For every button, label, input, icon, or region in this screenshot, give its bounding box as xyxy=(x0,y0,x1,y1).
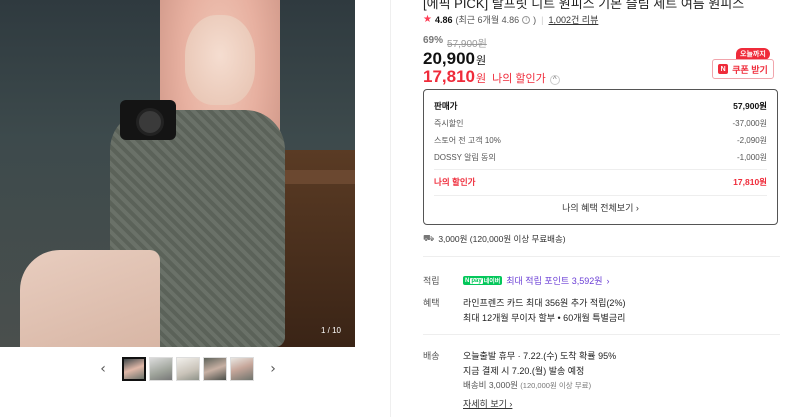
breakdown-label: 스토어 전 고객 10% xyxy=(434,136,501,145)
delivery-fee: 배송비 3,000원 (120,000원 이상 무료) xyxy=(463,379,591,391)
breakdown-value: -37,000원 xyxy=(732,119,768,128)
sale-price: 20,900 xyxy=(423,49,475,68)
product-gallery: 1 / 10 ‹ › xyxy=(0,0,390,417)
coupon-button-label: 쿠폰 받기 xyxy=(732,64,768,75)
thumbnail-3[interactable] xyxy=(176,357,200,381)
breakdown-label: DOSSY 알림 동의 xyxy=(434,153,496,162)
breakdown-value: 57,900원 xyxy=(733,101,767,111)
photo-camera-shape xyxy=(120,100,176,140)
max-points-text: 최대 적립 포인트 3,592원 xyxy=(506,276,603,286)
dispatch-estimate: 지금 결제 시 7.20.(월) 발송 예정 xyxy=(463,366,585,376)
discount-percent: 69% xyxy=(423,35,444,46)
thumbnail-2[interactable] xyxy=(149,357,173,381)
shipping-fee-row: ⛟ 3,000원 (120,000원 이상 무료배송) xyxy=(423,233,566,245)
section-divider xyxy=(423,334,780,335)
sale-price-unit: 원 xyxy=(476,55,487,67)
thumbnail-4[interactable] xyxy=(203,357,227,381)
pay-mark: pay xyxy=(470,277,483,284)
delivery-estimate: 오늘출발 휴무 · 7.22.(수) 도착 확률 95% xyxy=(463,351,617,361)
delivery-details-link[interactable]: 자세히 보기 › xyxy=(463,397,512,410)
shipping-fee-text: 3,000원 (120,000원 이상 무료배송) xyxy=(438,234,566,244)
photo-legs-shape xyxy=(20,250,160,347)
thumb-prev-button[interactable]: ‹ xyxy=(96,356,110,382)
chevron-right-icon: › xyxy=(606,275,610,286)
naver-n-mark: N xyxy=(465,277,470,284)
photo-face-shape xyxy=(185,15,255,105)
breakdown-row-list-price: 판매가 57,900원 xyxy=(434,100,767,112)
original-price: 57,900원 xyxy=(447,39,487,50)
main-product-photo[interactable]: 1 / 10 xyxy=(0,0,355,347)
thumbnail-1[interactable] xyxy=(122,357,146,381)
benefit-label: 혜택 xyxy=(423,298,440,308)
photo-counter: 1 / 10 xyxy=(320,326,341,335)
my-discount-price-unit: 원 xyxy=(476,73,487,85)
truck-icon: ⛟ xyxy=(423,233,435,243)
rating-separator: | xyxy=(541,14,544,25)
column-divider xyxy=(390,0,391,417)
thumbnail-5[interactable] xyxy=(230,357,254,381)
naver-n-icon: N xyxy=(718,64,729,74)
my-price-row: 17,810 원 나의 할인가 ^ xyxy=(423,67,560,87)
breakdown-row-total: 나의 할인가 17,810원 xyxy=(434,176,767,188)
breakdown-total-label: 나의 할인가 xyxy=(434,177,476,187)
rating-note: (최근 6개월 4.86 xyxy=(455,15,520,25)
star-icon: ★ xyxy=(423,14,432,25)
review-count-link[interactable]: 1,002건 리뷰 xyxy=(548,13,598,26)
breakdown-label: 즉시할인 xyxy=(434,119,464,128)
original-price-row: 69% 57,900원 xyxy=(423,35,487,50)
rating-row: ★ 4.86 (최근 6개월 4.86 i) | 1,002건 리뷰 xyxy=(423,13,599,26)
breakdown-total-value: 17,810원 xyxy=(733,177,767,187)
delivery-label: 배송 xyxy=(423,351,440,361)
price-breakdown-box: 판매가 57,900원 즉시할인 -37,000원 스토어 전 고객 10% -… xyxy=(423,89,778,225)
card-benefit-text[interactable]: 라인프렌즈 카드 최대 356원 추가 적립(2%) xyxy=(463,296,625,309)
breakdown-divider xyxy=(434,195,767,196)
delivery-fee-main: 배송비 3,000원 xyxy=(463,380,518,390)
points-row[interactable]: N pay 네이버 최대 적립 포인트 3,592원 › xyxy=(463,274,610,287)
points-label: 적립 xyxy=(423,276,440,286)
naver-text-mark: 네이버 xyxy=(483,279,501,285)
breakdown-value: -1,000원 xyxy=(736,153,767,162)
breakdown-label: 판매가 xyxy=(434,101,458,111)
price-row: 20,900 원 xyxy=(423,49,486,69)
coupon-download-button[interactable]: N 쿠폰 받기 xyxy=(712,59,774,79)
chevron-up-icon[interactable]: ^ xyxy=(549,74,560,85)
rating-score: 4.86 xyxy=(434,14,453,25)
section-divider xyxy=(423,256,780,257)
thumbnail-strip: ‹ › xyxy=(96,356,280,382)
naver-pay-badge: N pay 네이버 xyxy=(463,276,503,285)
info-icon[interactable]: i xyxy=(522,15,531,24)
product-title: [에픽 PICK] 랄프릿 니트 원피스 기본 슬림 세트 여름 원피스 xyxy=(423,0,745,11)
breakdown-value: -2,090원 xyxy=(736,136,767,145)
product-info: [에픽 PICK] 랄프릿 니트 원피스 기본 슬림 세트 여름 원피스 ★ 4… xyxy=(423,0,780,417)
all-benefits-link[interactable]: 나의 혜택 전체보기 › xyxy=(424,201,777,214)
breakdown-row-alert-discount: DOSSY 알림 동의 -1,000원 xyxy=(434,152,767,163)
my-discount-price: 17,810 xyxy=(423,67,475,86)
thumb-next-button[interactable]: › xyxy=(266,356,280,382)
installment-benefit-text[interactable]: 최대 12개월 무이자 할부 • 60개월 특별금리 xyxy=(463,311,625,324)
delivery-fee-note: (120,000원 이상 무료) xyxy=(520,381,592,390)
my-discount-label: 나의 할인가 xyxy=(492,73,546,85)
breakdown-divider xyxy=(434,169,767,170)
breakdown-row-store-discount: 스토어 전 고객 10% -2,090원 xyxy=(434,135,767,146)
breakdown-row-instant-discount: 즉시할인 -37,000원 xyxy=(434,118,767,129)
